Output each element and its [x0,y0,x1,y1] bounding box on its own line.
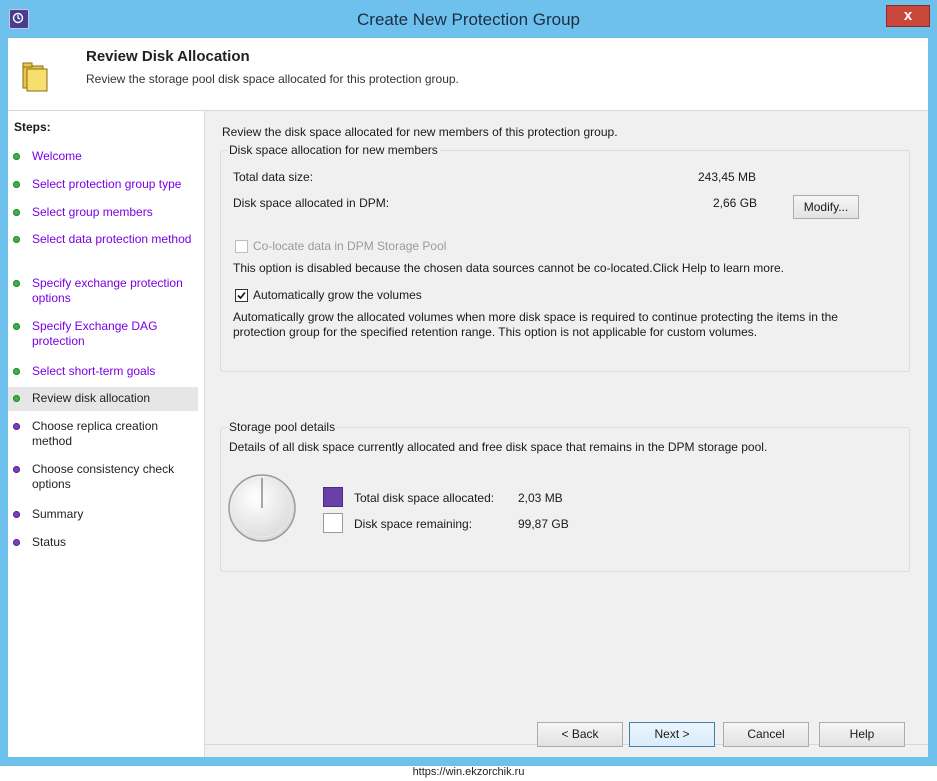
step-done-icon [13,280,20,287]
colocate-label: Co-locate data in DPM Storage Pool [253,239,447,253]
step-label: Review disk allocation [32,391,151,405]
disk-usage-pie-chart [228,474,296,542]
disk-space-remaining-value: 99,87 GB [518,517,569,531]
step-label: Select short-term goals [32,364,156,378]
help-button[interactable]: Help [819,722,905,747]
step-choose-consistency-check-options: Choose consistency check options [8,461,198,493]
step-done-icon [13,153,20,160]
autogrow-note: Automatically grow the allocated volumes… [233,310,838,339]
step-done-icon [13,323,20,330]
allocation-group-title: Disk space allocation for new members [227,143,440,157]
step-pending-icon [13,423,20,430]
total-data-size-label: Total data size: [233,170,314,184]
folder-icon [20,60,52,95]
step-pending-icon [13,466,20,473]
step-welcome[interactable]: Welcome [8,148,198,166]
window-title: Create New Protection Group [357,10,580,29]
step-pending-icon [13,539,20,546]
dialog-client: Review Disk Allocation Review the storag… [8,38,928,757]
step-status: Status [8,534,198,552]
page-title: Review Disk Allocation [86,48,250,65]
close-button[interactable]: x [886,5,930,27]
step-label: Summary [32,507,84,521]
total-data-size-value: 243,45 MB [698,170,757,184]
step-pending-icon [13,511,20,518]
step-label: Choose replica creation method [32,419,159,448]
step-select-protection-group-type[interactable]: Select protection group type [8,176,198,194]
autogrow-checkbox[interactable] [235,289,248,302]
step-specify-exchange-protection-options[interactable]: Specify exchange protection options [8,275,198,307]
step-done-icon [13,236,20,243]
cancel-button[interactable]: Cancel [723,722,809,747]
step-label: Welcome [32,149,82,163]
dialog-window: Create New Protection Group x Review Dis… [0,0,937,766]
storage-pool-group-title: Storage pool details [227,420,338,434]
step-current-icon [13,395,20,402]
steps-panel: Steps: Welcome Select protection group t… [8,111,205,757]
modify-button[interactable]: Modify... [793,195,859,219]
next-button[interactable]: Next > [629,722,715,747]
storage-pool-description: Details of all disk space currently allo… [229,440,768,454]
autogrow-label[interactable]: Automatically grow the volumes [253,288,422,302]
step-select-group-members[interactable]: Select group members [8,204,198,222]
back-button[interactable]: < Back [537,722,623,747]
page-subtitle: Review the storage pool disk space alloc… [86,72,459,86]
step-select-data-protection-method[interactable]: Select data protection method [8,231,198,263]
step-choose-replica-creation-method: Choose replica creation method [8,418,198,450]
step-label: Choose consistency check options [32,462,175,491]
total-allocated-label: Total disk space allocated: [354,491,495,505]
title-bar[interactable]: Create New Protection Group x [0,0,937,38]
allocated-color-swatch [323,487,343,507]
step-label: Specify Exchange DAG protection [32,319,158,348]
step-specify-exchange-dag-protection[interactable]: Specify Exchange DAG protection [8,318,198,350]
wizard-header: Review Disk Allocation Review the storag… [8,38,928,111]
step-review-disk-allocation[interactable]: Review disk allocation [8,387,198,411]
step-done-icon [13,209,20,216]
disk-space-remaining-label: Disk space remaining: [354,517,473,531]
intro-text: Review the disk space allocated for new … [222,125,618,139]
colocate-note: This option is disabled because the chos… [233,261,784,275]
step-summary: Summary [8,506,198,524]
step-label: Select group members [32,205,153,219]
remaining-color-swatch [323,513,343,533]
total-allocated-value: 2,03 MB [518,491,563,505]
step-label: Status [32,535,67,549]
steps-title: Steps: [14,120,51,134]
watermark-url: https://win.ekzorchik.ru [412,766,525,778]
step-done-icon [13,181,20,188]
step-done-icon [13,368,20,375]
disk-space-allocated-value: 2,66 GB [713,196,758,210]
main-panel: Review the disk space allocated for new … [205,111,928,757]
step-select-short-term-goals[interactable]: Select short-term goals [8,363,198,381]
step-label: Specify exchange protection options [32,276,183,305]
colocate-checkbox [235,240,248,253]
checkmark-icon [237,291,246,300]
step-label: Select protection group type [32,177,182,191]
disk-space-allocated-label: Disk space allocated in DPM: [233,196,390,210]
step-label: Select data protection method [32,232,192,246]
